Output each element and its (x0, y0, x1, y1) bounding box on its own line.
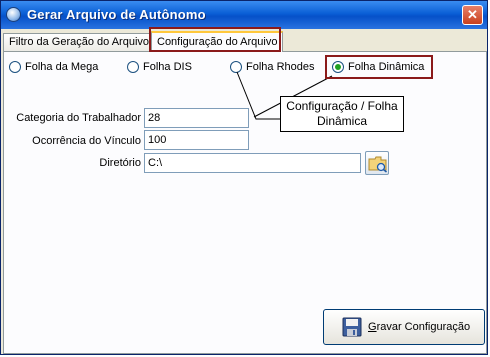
annotation-callout: Configuração / Folha Dinâmica (280, 96, 404, 132)
callout-line-2: Dinâmica (316, 114, 367, 128)
app-window: Gerar Arquivo de Autônomo ✕ Filtro da Ge… (0, 0, 488, 355)
callout-line-1: Configuração / Folha (286, 99, 398, 113)
callout-leader-lines (236, 71, 333, 120)
